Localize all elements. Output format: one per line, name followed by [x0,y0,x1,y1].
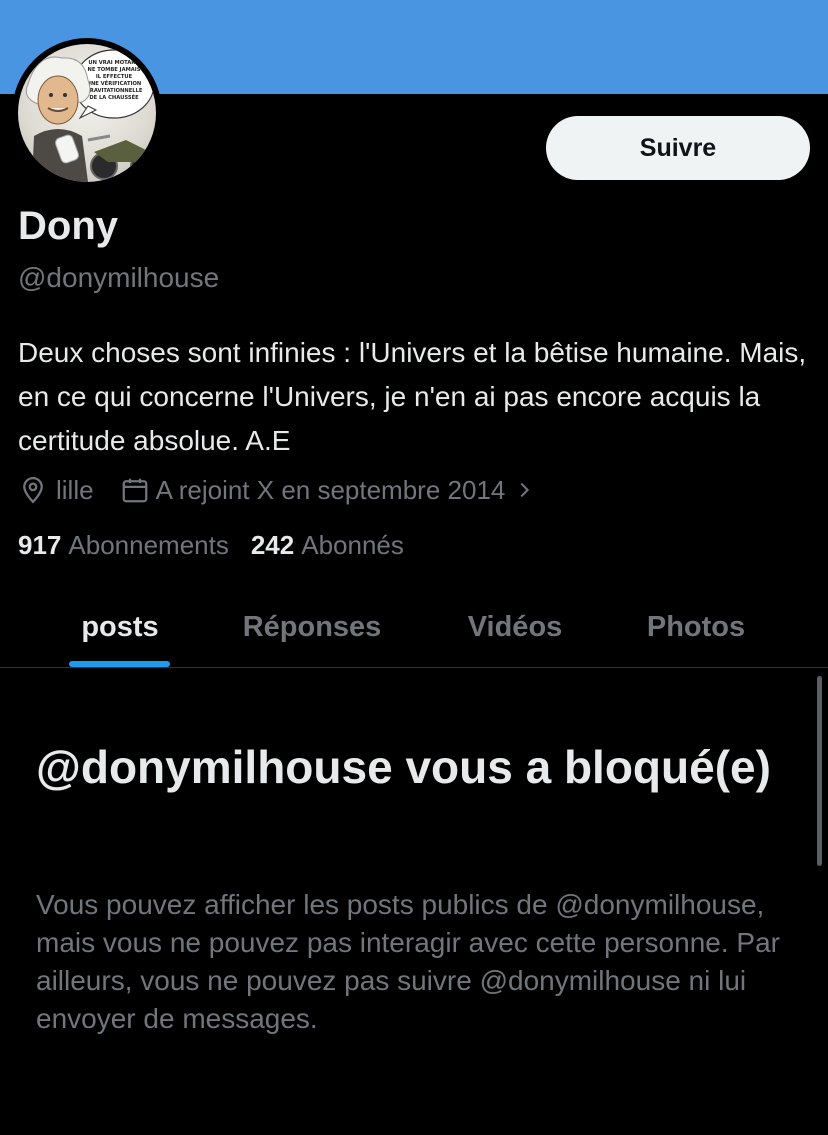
profile-tabs: posts Réponses Vidéos Photos [0,586,828,668]
avatar-caption-line: UN VRAI MOTARD [88,60,140,66]
location-item: lille [18,475,94,506]
following-count: 917 [18,530,62,560]
tab-replies[interactable]: Réponses [212,586,412,668]
following-label: Abonnements [68,530,229,560]
scrollbar[interactable] [817,676,822,866]
blocked-description: Vous pouvez afficher les posts publics d… [36,889,780,1034]
location-pin-icon [23,476,43,504]
avatar-caption-line: NE TOMBE JAMAIS [88,67,141,73]
profile-bio: Deux choses sont infinies : l'Univers et… [18,337,807,456]
chevron-right-icon [520,482,530,498]
avatar-caption-line: GRAVITATIONNELLE [86,88,143,94]
avatar-illustration: UN VRAI MOTARD NE TOMBE JAMAIS IL EFFECT… [25,49,156,182]
profile-meta: lille A rejoint X en septembre 2014 [18,470,535,510]
calendar-icon [122,478,147,503]
profile-name: Dony [18,204,118,248]
avatar-caption-line: DE LA CHAUSSÉE [89,93,139,101]
followers-link[interactable]: 242 Abonnés [251,530,404,561]
avatar-caption-line: UNE VÉRIFICATION [87,79,142,87]
followers-count: 242 [250,530,295,560]
avatar[interactable]: UN VRAI MOTARD NE TOMBE JAMAIS IL EFFECT… [12,38,162,188]
tab-photos[interactable]: Photos [616,586,776,668]
follow-button[interactable]: Suivre [546,116,810,180]
avatar-image: UN VRAI MOTARD NE TOMBE JAMAIS IL EFFECT… [18,44,156,182]
location-text: lille [56,474,94,505]
joined-text: A rejoint X en septembre 2014 [155,474,506,505]
blocked-title: @donymilhouse vous a bloqué(e) [36,741,771,793]
profile-stats: 917 Abonnements 242 Abonnés [18,530,426,561]
followers-label: Abonnés [301,530,404,560]
tabs-divider [0,667,828,668]
joined-item[interactable]: A rejoint X en septembre 2014 [120,475,536,506]
avatar-caption-line: IL EFFECTUE [96,74,133,80]
profile-handle: @donymilhouse [18,262,220,293]
tab-videos[interactable]: Vidéos [424,586,606,668]
tab-posts[interactable]: posts [30,586,210,668]
following-link[interactable]: 917 Abonnements [18,530,229,561]
